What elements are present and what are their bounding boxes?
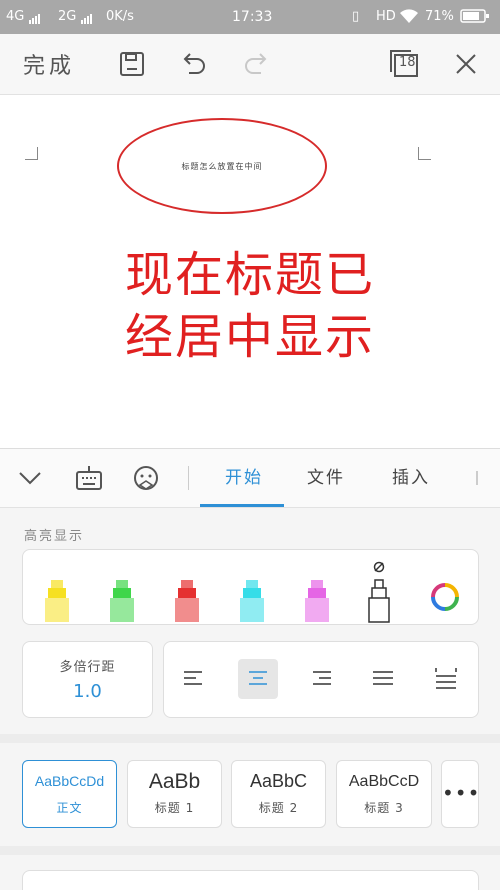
hd-label: HD xyxy=(376,9,396,24)
status-bar: 4G 2G 0K/s 17:33 ▯ HD 71% xyxy=(0,0,500,34)
highlighter-cyan[interactable] xyxy=(238,578,266,628)
highlighter-icon xyxy=(305,580,329,622)
highlighter-green[interactable] xyxy=(108,578,136,628)
line-spacing-label: 多倍行距 xyxy=(59,660,116,675)
style-heading-3[interactable]: AaBbCcD 标题 3 xyxy=(336,760,432,828)
battery-icon xyxy=(460,8,490,28)
redo-icon xyxy=(245,53,267,74)
style-name: 标题 2 xyxy=(258,801,299,815)
align-distributed-icon xyxy=(435,668,457,689)
net-speed: 0K/s xyxy=(106,9,134,24)
no-highlight-icon xyxy=(368,561,390,623)
align-left-button[interactable] xyxy=(182,668,206,694)
top-toolbar: 完成 18 xyxy=(0,34,500,95)
highlighter-magenta[interactable] xyxy=(303,578,331,628)
pages-button[interactable]: 18 xyxy=(382,34,426,94)
align-center-button[interactable] xyxy=(238,659,278,699)
align-distributed-button[interactable] xyxy=(434,666,458,696)
margin-corner xyxy=(25,147,38,160)
done-button[interactable]: 完成 xyxy=(14,34,84,94)
style-name: 正文 xyxy=(56,801,83,815)
battery-level: 71% xyxy=(425,9,454,24)
assistant-button[interactable] xyxy=(131,463,161,497)
no-highlight-button[interactable] xyxy=(365,560,395,628)
vibrate-icon: ▯ xyxy=(352,9,360,24)
redo-button[interactable] xyxy=(234,34,278,94)
panel-tab-bar: 开始 文件 插入 xyxy=(0,449,500,508)
keyboard-icon xyxy=(76,466,102,490)
highlighter-icon xyxy=(45,580,69,622)
line-spacing-card[interactable]: 多倍行距 1.0 xyxy=(22,641,153,718)
active-tab-indicator xyxy=(200,504,284,507)
undo-button[interactable] xyxy=(172,34,216,94)
wifi-icon xyxy=(398,7,420,29)
network-1: 4G xyxy=(6,9,41,24)
annotation-line-1: 现在标题已 xyxy=(124,247,375,303)
signal-icon xyxy=(28,9,41,24)
align-right-button[interactable] xyxy=(309,668,333,694)
align-right-icon xyxy=(313,671,331,685)
color-wheel-icon xyxy=(431,583,459,611)
style-normal[interactable]: AaBbCcDd 正文 xyxy=(22,760,117,828)
document-header-text[interactable]: 标题怎么放置在中间 xyxy=(117,161,327,172)
page-count: 18 xyxy=(399,55,416,70)
highlighter-red[interactable] xyxy=(173,578,201,628)
style-heading-2[interactable]: AaBbC 标题 2 xyxy=(231,760,326,828)
align-justify-icon xyxy=(373,671,393,685)
highlighter-card xyxy=(22,549,479,625)
style-name: 标题 3 xyxy=(364,801,404,815)
section-divider xyxy=(0,734,500,743)
undo-icon xyxy=(183,53,205,74)
more-styles-button[interactable]: ••• xyxy=(441,760,479,828)
tab-start[interactable]: 开始 xyxy=(225,449,263,507)
more-tabs-hint xyxy=(476,471,492,485)
style-sample: AaBbC xyxy=(249,771,308,791)
highlighter-yellow[interactable] xyxy=(43,578,71,628)
style-sample: AaBb xyxy=(148,770,201,793)
clock: 17:33 xyxy=(232,9,273,25)
next-card xyxy=(22,870,479,890)
align-justify-button[interactable] xyxy=(371,668,395,694)
save-icon xyxy=(120,52,144,76)
highlight-section-title: 高亮显示 xyxy=(24,529,85,544)
alignment-card xyxy=(163,641,479,718)
divider xyxy=(188,466,189,490)
align-left-icon xyxy=(184,671,202,685)
margin-corner xyxy=(418,147,431,160)
tab-file[interactable]: 文件 xyxy=(307,449,345,507)
style-sample: AaBbCcD xyxy=(348,773,420,790)
signal-icon xyxy=(80,9,93,24)
chevron-down-icon xyxy=(19,472,41,485)
close-icon xyxy=(456,54,476,74)
assistant-icon xyxy=(134,466,158,490)
document-area[interactable]: 标题怎么放置在中间 现在标题已 经居中显示 xyxy=(0,95,500,447)
highlighter-icon xyxy=(175,580,199,622)
tab-insert[interactable]: 插入 xyxy=(392,449,430,507)
section-divider xyxy=(0,846,500,855)
close-button[interactable] xyxy=(444,34,488,94)
align-center-icon xyxy=(249,671,267,685)
style-name: 标题 1 xyxy=(154,801,195,815)
style-sample: AaBbCcDd xyxy=(34,773,105,789)
save-button[interactable] xyxy=(110,34,154,94)
line-spacing-value: 1.0 xyxy=(73,681,102,702)
highlighter-icon xyxy=(240,580,264,622)
highlighter-icon xyxy=(110,580,134,622)
style-heading-1[interactable]: AaBb 标题 1 xyxy=(127,760,222,828)
annotation-line-2: 经居中显示 xyxy=(124,309,375,365)
network-2: 2G xyxy=(58,9,93,24)
collapse-button[interactable] xyxy=(16,465,44,493)
more-icon: ••• xyxy=(442,781,481,805)
color-picker-button[interactable] xyxy=(431,583,459,615)
keyboard-button[interactable] xyxy=(74,464,104,496)
